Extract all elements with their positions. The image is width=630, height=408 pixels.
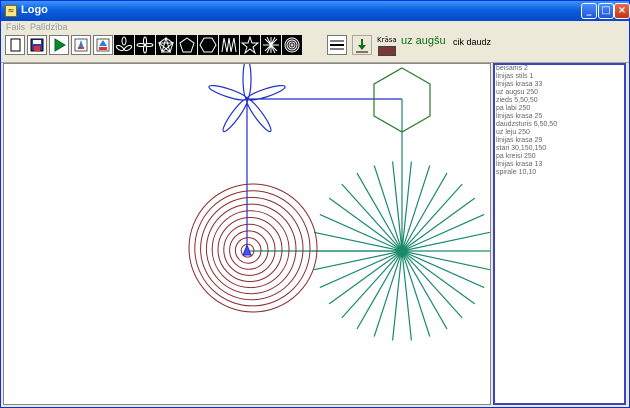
app-window: ≈ Logo _ □ × Fails Palīdzība Krāsa uz au… [0,0,630,408]
menu-help[interactable]: Palīdzība [30,22,68,32]
rays-shape [312,99,492,341]
command-item[interactable]: zieds 5,50,50 [496,97,624,105]
menu-file[interactable]: Fails [6,22,25,32]
star-outline-button[interactable] [240,35,260,55]
line-style-button[interactable] [327,35,347,55]
asterisk-button[interactable] [261,35,281,55]
ray-line [319,250,403,289]
stripes-icon [330,40,344,50]
app-logo-icon: ≈ [5,5,17,17]
pentagon-star-button[interactable] [156,35,176,55]
command-item[interactable]: daudzsturis 6,50,50 [496,121,624,129]
command-item[interactable]: stari 30,150,150 [496,145,624,153]
trefoil-button[interactable] [114,35,134,55]
save-button[interactable] [27,35,47,55]
new-button[interactable] [5,35,25,55]
pen-down-button[interactable] [352,35,372,55]
command-item[interactable]: uz augsu 250 [496,89,624,97]
close-button[interactable]: × [614,3,630,19]
star-outline-icon [241,36,259,54]
run-button[interactable] [49,35,69,55]
ray-line [341,183,403,252]
turtle-cursor [242,243,252,256]
hexagon-icon [199,37,217,53]
command-item[interactable]: linijas krasa 13 [496,161,624,169]
step-icon [74,38,88,52]
count-label: cik daudz [453,37,492,47]
trefoil-icon [115,36,133,52]
command-item[interactable]: pa kreisi 250 [496,153,624,161]
spiral-icon [284,37,300,53]
minimize-button[interactable]: _ [581,3,597,19]
zigzag-button[interactable] [219,35,239,55]
command-list: beisams 2 linijas stils 1 linijas krasa 33… [495,65,624,177]
ray-line [401,213,485,252]
zigzag-icon [221,37,237,53]
spiral-ring [217,217,283,282]
command-item[interactable]: linijas stils 1 [496,73,624,81]
command-item[interactable]: pa labi 250 [496,105,624,113]
commands-panel[interactable]: beisams 2 linijas stils 1 linijas krasa 33… [493,63,626,405]
spiral-ring [200,196,304,301]
command-item[interactable]: linijas krasa 33 [496,81,624,89]
resize-grip [626,63,629,405]
maximize-button[interactable]: □ [598,3,614,19]
pentagon-button[interactable] [177,35,197,55]
pentagon-star-icon [157,36,175,54]
spiral-shape [188,183,318,313]
ray-line [401,250,463,319]
command-item[interactable]: beisams 2 [496,65,624,73]
spiral-button[interactable] [282,35,302,55]
title-bar[interactable]: ≈ Logo _ □ × [1,1,630,21]
new-icon [10,38,21,52]
pentagon-icon [179,37,195,53]
step-button[interactable] [71,35,91,55]
hexagon-button[interactable] [198,35,218,55]
run-icon [54,38,66,52]
save-icon [30,38,44,52]
export-icon [96,38,110,52]
ray-line [341,250,403,319]
export-button[interactable] [93,35,113,55]
command-item[interactable]: uz leju 250 [496,129,624,137]
asterisk-icon [263,36,279,54]
ray-line [401,250,485,289]
menu-bar: Fails Palīdzība [1,21,629,34]
command-item[interactable]: linijas krasa 25 [496,113,624,121]
drawing-canvas[interactable] [3,58,492,405]
color-label: Krāsa [377,36,397,44]
turtle-drawing [188,58,492,341]
ray-line [401,183,463,252]
flower-button[interactable] [135,35,155,55]
current-command: uz augšu [401,35,446,47]
window-title: Logo [21,4,48,16]
six-petal-flower-icon [136,36,154,54]
command-item[interactable]: linijas krasa 29 [496,137,624,145]
command-item[interactable]: spirale 10,10 [496,169,624,177]
color-swatch[interactable] [378,46,396,56]
arrow-down-icon [356,39,368,53]
toolbar: Krāsa uz augšu cik daudz [1,34,629,63]
ray-line [319,213,403,252]
